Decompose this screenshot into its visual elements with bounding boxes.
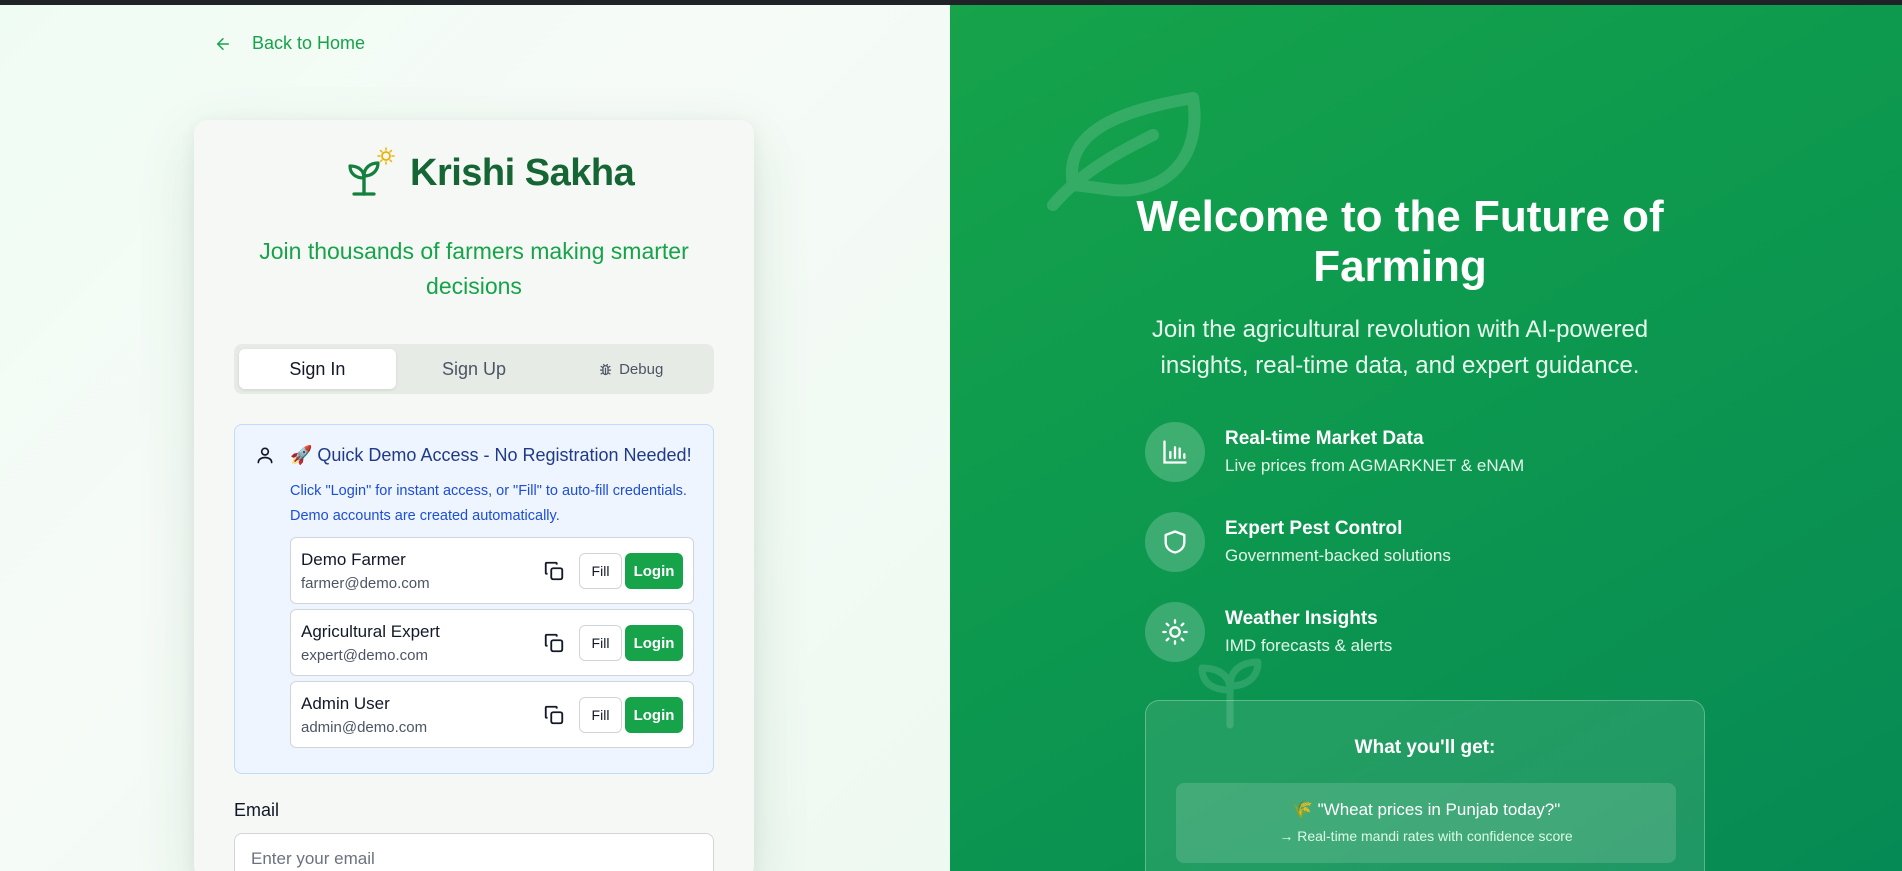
feature-title: Real-time Market Data <box>1225 428 1424 449</box>
bar-chart-icon <box>1163 440 1187 464</box>
tab-sign-up[interactable]: Sign Up <box>396 349 553 389</box>
feature-weather: Weather Insights IMD forecasts & alerts <box>1145 602 1392 662</box>
feature-icon-wrap <box>1145 422 1205 482</box>
demo-access-panel: 🚀 Quick Demo Access - No Registration Ne… <box>234 424 714 774</box>
tab-sign-up-label: Sign Up <box>441 358 507 379</box>
benefit-item: 🌾 "Wheat prices in Punjab today?" → Real… <box>1176 783 1676 863</box>
fill-button[interactable]: Fill <box>579 553 622 589</box>
sprout-logo-icon <box>348 147 395 196</box>
auth-panel: Back to Home Krishi Sakha Join thousands… <box>0 0 950 871</box>
login-button[interactable]: Login <box>625 625 683 661</box>
bug-icon <box>599 363 612 375</box>
fill-button[interactable]: Fill <box>579 697 622 733</box>
email-input[interactable] <box>234 833 714 871</box>
fill-button[interactable]: Fill <box>579 625 622 661</box>
feature-pest-control: Expert Pest Control Government-backed so… <box>1145 512 1451 572</box>
auth-card: Krishi Sakha Join thousands of farmers m… <box>194 120 754 871</box>
email-label: Email <box>234 800 280 820</box>
copy-icon[interactable] <box>543 632 565 654</box>
back-to-home-link[interactable]: Back to Home <box>214 33 365 54</box>
benefit-query: 🌾 "Wheat prices in Punjab today?" <box>1291 800 1561 819</box>
user-icon <box>257 447 273 464</box>
tab-sign-in-label: Sign In <box>289 358 346 379</box>
feature-title: Expert Pest Control <box>1225 518 1403 539</box>
sun-icon <box>1162 619 1188 645</box>
window-top-bar <box>0 0 1902 5</box>
benefit-answer: → Real-time mandi rates with confidence … <box>1279 828 1573 844</box>
benefits-title: What you'll get: <box>1354 737 1496 758</box>
shield-icon <box>1164 530 1186 554</box>
tab-debug-label: Debug <box>619 360 664 378</box>
auth-tabs: Sign In Sign Up Debug <box>234 344 714 394</box>
brand: Krishi Sakha <box>344 146 635 200</box>
demo-account-farmer: Demo Farmer farmer@demo.com Fill Login <box>290 537 694 604</box>
feature-description: IMD forecasts & alerts <box>1225 636 1393 655</box>
account-email: expert@demo.com <box>301 647 428 664</box>
account-name: Demo Farmer <box>301 550 406 569</box>
demo-account-expert: Agricultural Expert expert@demo.com Fill… <box>290 609 694 676</box>
demo-description: Click "Login" for instant access, or "Fi… <box>290 483 687 524</box>
hero-title: Welcome to the Future of Farming <box>1136 192 1664 291</box>
feature-icon-wrap <box>1145 602 1205 662</box>
tab-debug[interactable]: Debug <box>552 349 709 389</box>
login-button[interactable]: Login <box>625 553 683 589</box>
tab-sign-in[interactable]: Sign In <box>239 349 396 389</box>
tagline: Join thousands of farmers making smarter… <box>259 238 689 299</box>
account-email: admin@demo.com <box>301 719 428 736</box>
hero-subtitle: Join the agricultural revolution with AI… <box>1151 316 1649 379</box>
account-email: farmer@demo.com <box>301 575 430 592</box>
feature-title: Weather Insights <box>1225 608 1378 629</box>
feature-description: Live prices from AGMARKNET & eNAM <box>1225 456 1525 475</box>
account-name: Admin User <box>301 694 390 713</box>
demo-account-admin: Admin User admin@demo.com Fill Login <box>290 681 694 748</box>
feature-description: Government-backed solutions <box>1225 546 1451 565</box>
welcome-panel: Welcome to the Future of Farming Join th… <box>950 0 1902 871</box>
feature-icon-wrap <box>1145 512 1205 572</box>
copy-icon[interactable] <box>543 704 565 726</box>
account-name: Agricultural Expert <box>301 622 440 641</box>
login-button[interactable]: Login <box>625 697 683 733</box>
feature-market-data: Real-time Market Data Live prices from A… <box>1145 422 1524 482</box>
arrow-left-icon <box>217 37 229 50</box>
brand-name: Krishi Sakha <box>410 151 635 194</box>
benefits-box: What you'll get: 🌾 "Wheat prices in Punj… <box>1145 700 1705 871</box>
demo-title: 🚀 Quick Demo Access - No Registration Ne… <box>290 445 692 465</box>
copy-icon[interactable] <box>543 560 565 582</box>
back-to-home-label: Back to Home <box>252 33 366 53</box>
